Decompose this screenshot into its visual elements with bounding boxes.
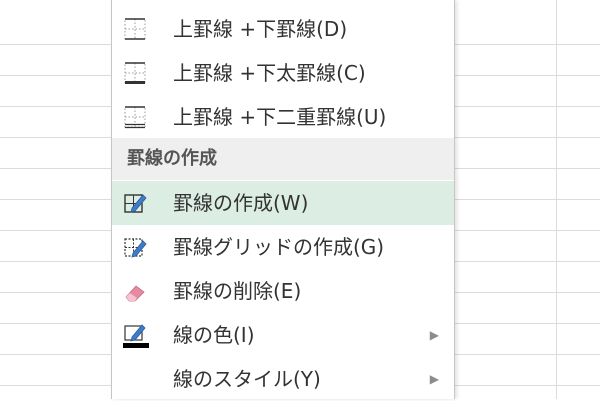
menu-item-label: 上罫線 +下罫線(D) — [173, 17, 348, 41]
menu-item-label: 罫線の作成(W) — [173, 191, 309, 215]
borders-dropdown-menu: 上罫線 +下罫線(D) 上罫線 +下太罫線(C) 上罫線 +下二重罫線(U) 罫… — [111, 0, 455, 399]
submenu-arrow-icon: ▶ — [429, 372, 439, 386]
menu-item-top-double-bottom-border[interactable]: 上罫線 +下二重罫線(U) — [112, 95, 454, 139]
menu-item-label: 線のスタイル(Y) — [173, 367, 321, 391]
menu-item-label: 罫線の削除(E) — [173, 279, 302, 303]
menu-item-draw-border-grid[interactable]: 罫線グリッドの作成(G) — [112, 225, 454, 269]
menu-item-line-style[interactable]: 線のスタイル(Y) ▶ — [112, 357, 454, 401]
top-thick-bottom-border-icon — [124, 62, 146, 84]
menu-item-label: 上罫線 +下太罫線(C) — [173, 61, 366, 85]
menu-item-top-bottom-border[interactable]: 上罫線 +下罫線(D) — [112, 7, 454, 51]
menu-item-erase-border[interactable]: 罫線の削除(E) — [112, 269, 454, 313]
draw-border-icon — [124, 194, 147, 213]
top-double-bottom-border-icon — [124, 106, 146, 129]
menu-item-top-thick-bottom-border[interactable]: 上罫線 +下太罫線(C) — [112, 51, 454, 95]
menu-item-label: 罫線グリッドの作成(G) — [173, 235, 385, 259]
menu-item-draw-border[interactable]: 罫線の作成(W) — [112, 181, 454, 225]
line-color-icon — [123, 324, 149, 348]
section-title: 罫線の作成 — [127, 148, 217, 169]
draw-border-grid-icon — [124, 238, 147, 258]
submenu-arrow-icon: ▶ — [429, 328, 439, 342]
menu-item-label: 線の色(I) — [173, 323, 255, 347]
section-header-draw-borders: 罫線の作成 — [112, 138, 454, 180]
top-bottom-border-icon — [124, 18, 146, 40]
menu-item-label: 上罫線 +下二重罫線(U) — [173, 105, 387, 129]
menu-item-line-color[interactable]: 線の色(I) ▶ — [112, 313, 454, 357]
eraser-icon — [125, 285, 145, 302]
